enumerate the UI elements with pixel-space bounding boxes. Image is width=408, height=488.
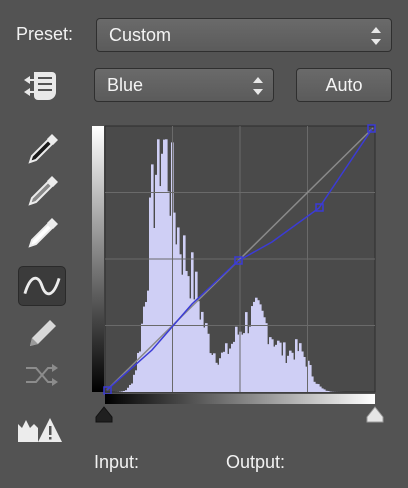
smooth-curve-icon[interactable]	[22, 356, 62, 392]
updown-arrows-icon	[371, 27, 381, 45]
gray-point-eyedropper-icon[interactable]	[22, 172, 62, 208]
hand-adjust-icon[interactable]	[20, 66, 66, 106]
input-label: Input:	[94, 452, 140, 472]
channel-select[interactable]: Blue	[94, 68, 274, 102]
clipping-warning-icon[interactable]	[16, 412, 64, 448]
curve-edit-icon[interactable]	[18, 266, 66, 306]
pencil-icon[interactable]	[22, 314, 62, 350]
output-gradient-bar	[92, 126, 104, 392]
black-point-slider[interactable]	[95, 406, 113, 423]
channel-select-value: Blue	[107, 75, 144, 95]
preset-select[interactable]: Custom	[96, 18, 392, 52]
output-label: Output:	[226, 452, 286, 472]
auto-button[interactable]: Auto	[296, 68, 392, 102]
updown-arrows-icon	[253, 77, 263, 95]
curves-graph[interactable]	[92, 124, 392, 428]
white-point-eyedropper-icon[interactable]	[22, 214, 62, 250]
preset-label: Preset:	[16, 24, 74, 44]
preset-select-value: Custom	[109, 25, 172, 45]
black-point-eyedropper-icon[interactable]	[22, 130, 62, 166]
input-gradient-bar	[105, 394, 375, 404]
white-point-slider[interactable]	[366, 406, 384, 423]
